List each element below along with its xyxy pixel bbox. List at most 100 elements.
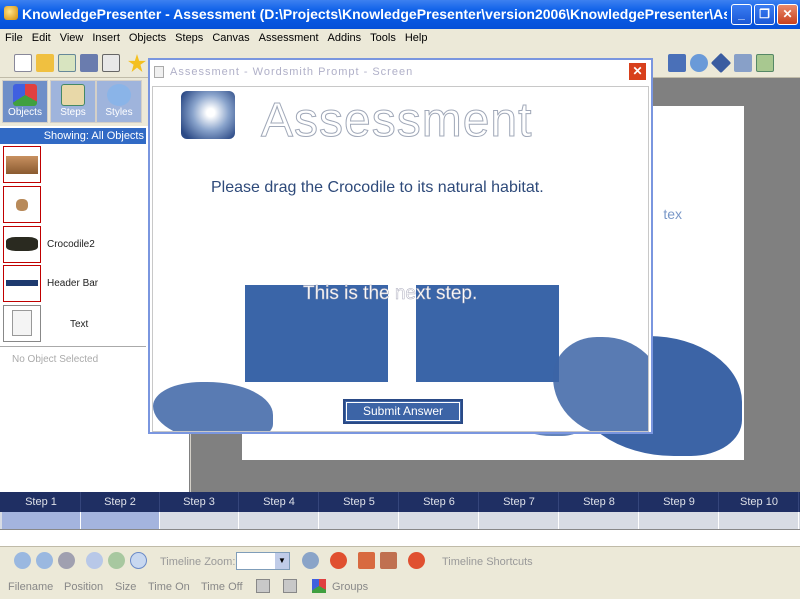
- column-groups[interactable]: Groups: [332, 581, 368, 593]
- timeline-step-9[interactable]: Step 9: [640, 492, 719, 512]
- object-thumbnail-figure[interactable]: [3, 186, 41, 223]
- tab-styles[interactable]: Styles: [96, 80, 142, 123]
- menu-view[interactable]: View: [55, 29, 88, 44]
- screen-icon[interactable]: [668, 54, 686, 72]
- new-file-icon[interactable]: [14, 54, 32, 72]
- timeline-cell[interactable]: [480, 512, 559, 529]
- menu-edit[interactable]: Edit: [27, 29, 55, 44]
- settings-icon[interactable]: [58, 552, 75, 569]
- object-thumbnail-landscape[interactable]: [3, 146, 41, 183]
- timeline-cell[interactable]: [320, 512, 399, 529]
- menu-steps[interactable]: Steps: [170, 29, 207, 44]
- paste-icon[interactable]: [283, 579, 297, 593]
- edit-icon[interactable]: [58, 54, 76, 72]
- preview-icon[interactable]: [102, 54, 120, 72]
- object-label-text: Text: [70, 319, 89, 330]
- alarm-alt-icon[interactable]: [408, 552, 425, 569]
- save-icon[interactable]: [80, 54, 98, 72]
- logo-orb-icon: [181, 91, 235, 139]
- copy-icon[interactable]: [256, 579, 270, 593]
- timeline-cell[interactable]: [240, 512, 319, 529]
- timeline-cell[interactable]: [160, 512, 239, 529]
- menu-help[interactable]: Help: [400, 29, 432, 44]
- clock-add-icon[interactable]: [108, 552, 125, 569]
- tab-objects-label: Objects: [8, 107, 42, 118]
- grid-icon[interactable]: [358, 552, 375, 569]
- timeline-cell[interactable]: [400, 512, 479, 529]
- next-step-text: This is the next step.: [303, 283, 478, 305]
- timeline-step-3[interactable]: Step 3: [160, 492, 239, 512]
- globe-icon[interactable]: [690, 54, 708, 72]
- timeline-shortcuts-menu[interactable]: Timeline Shortcuts: [442, 556, 533, 568]
- timeline-cell[interactable]: [560, 512, 639, 529]
- timeline-steps-header: Step 1 Step 2 Step 3 Step 4 Step 5 Step …: [0, 492, 800, 512]
- timeline-step-6[interactable]: Step 6: [400, 492, 479, 512]
- menu-objects[interactable]: Objects: [124, 29, 170, 44]
- alarm-icon[interactable]: [330, 552, 347, 569]
- timeline-track[interactable]: [0, 512, 800, 530]
- timeline-step-8[interactable]: Step 8: [560, 492, 639, 512]
- timeline-cell[interactable]: [81, 512, 160, 529]
- timeline-step-2[interactable]: Step 2: [81, 492, 160, 512]
- window-title: KnowledgePresenter - Assessment (D:\Proj…: [22, 6, 727, 22]
- object-thumbnail-header-bar[interactable]: [3, 265, 41, 302]
- speech-bubble-icon: [107, 84, 131, 106]
- timeline-zoom-label: Timeline Zoom:: [160, 556, 236, 568]
- footprints-alt-icon[interactable]: [36, 552, 53, 569]
- shapes-icon: [312, 579, 326, 593]
- restore-button[interactable]: ❐: [754, 4, 775, 25]
- assessment-dialog: Assessment - Wordsmith Prompt - Screen ✕…: [148, 58, 653, 434]
- footprints-icon[interactable]: [14, 552, 31, 569]
- document-icon: [154, 66, 164, 78]
- water-decoration: [553, 337, 648, 431]
- timeline-cell[interactable]: [720, 512, 799, 529]
- dialog-close-button[interactable]: ✕: [628, 62, 647, 81]
- object-filter-header[interactable]: Showing: All Objects: [0, 128, 146, 144]
- timeline-zoom-select[interactable]: ▼: [236, 552, 290, 570]
- close-button[interactable]: ✕: [777, 4, 798, 25]
- column-size[interactable]: Size: [115, 581, 136, 593]
- app-icon: [4, 6, 18, 20]
- timer-icon[interactable]: [302, 552, 319, 569]
- column-time-off[interactable]: Time Off: [201, 581, 243, 593]
- hand-icon[interactable]: [734, 54, 752, 72]
- diamond-icon[interactable]: [710, 52, 732, 74]
- menu-canvas[interactable]: Canvas: [207, 29, 253, 44]
- properties-bar: Filename Position Size Time On Time Off …: [0, 574, 800, 599]
- object-thumbnail-crocodile[interactable]: [3, 226, 41, 263]
- star-icon[interactable]: [128, 54, 146, 72]
- timeline-step-4[interactable]: Step 4: [240, 492, 319, 512]
- tab-objects[interactable]: Objects: [2, 80, 48, 123]
- tab-styles-label: Styles: [105, 107, 133, 118]
- chart-icon[interactable]: [756, 54, 774, 72]
- menu-insert[interactable]: Insert: [87, 29, 124, 44]
- tab-steps[interactable]: Steps: [50, 80, 96, 123]
- object-thumbnail-text[interactable]: [3, 305, 41, 342]
- timeline-cell[interactable]: [640, 512, 719, 529]
- column-filename[interactable]: Filename: [8, 581, 53, 593]
- timeline-cell[interactable]: [2, 512, 81, 529]
- title-bar: KnowledgePresenter - Assessment (D:\Proj…: [0, 0, 800, 29]
- timeline-step-1[interactable]: Step 1: [2, 492, 81, 512]
- column-time-on[interactable]: Time On: [148, 581, 190, 593]
- minimize-button[interactable]: _: [731, 4, 752, 25]
- object-label-crocodile: Crocodile2: [47, 239, 95, 250]
- menu-file[interactable]: File: [0, 29, 27, 44]
- timeline-step-5[interactable]: Step 5: [320, 492, 399, 512]
- chevron-down-icon[interactable]: ▼: [275, 553, 289, 569]
- clock-icon[interactable]: [86, 552, 103, 569]
- panel-divider: [0, 346, 146, 348]
- grid-alt-icon[interactable]: [380, 552, 397, 569]
- clock-selected-icon[interactable]: [130, 552, 147, 569]
- menu-tools[interactable]: Tools: [365, 29, 400, 44]
- picture-icon: [61, 84, 85, 106]
- timeline-step-7[interactable]: Step 7: [480, 492, 559, 512]
- timeline-step-10[interactable]: Step 10: [720, 492, 799, 512]
- submit-answer-button[interactable]: Submit Answer: [343, 399, 463, 424]
- menu-addins[interactable]: Addins: [323, 29, 366, 44]
- timeline-toolbar: Timeline Zoom: ▼ Timeline Shortcuts: [0, 546, 800, 574]
- slide-partial-text: tex: [663, 206, 682, 222]
- menu-assessment[interactable]: Assessment: [254, 29, 323, 44]
- open-folder-icon[interactable]: [36, 54, 54, 72]
- column-position[interactable]: Position: [64, 581, 103, 593]
